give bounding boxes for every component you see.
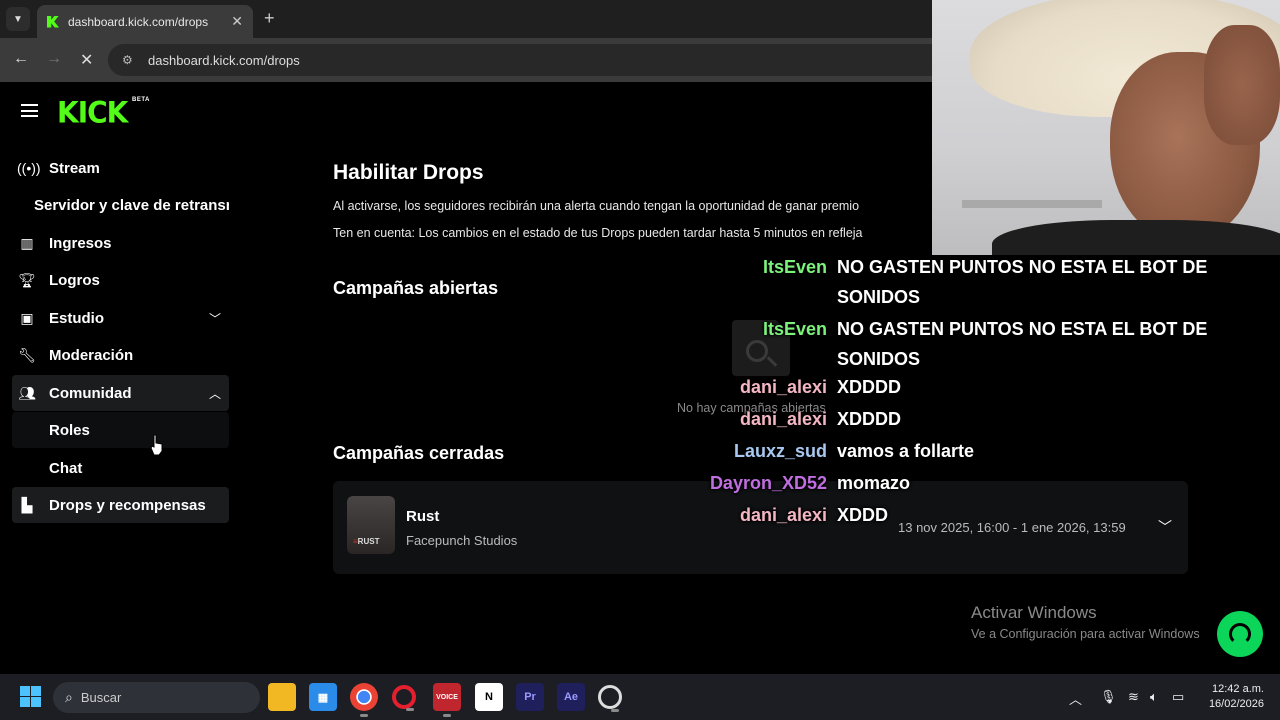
hand-cursor-icon (150, 434, 163, 456)
address-bar[interactable]: ⚙ dashboard.kick.com/drops (108, 44, 948, 76)
chat-text: NO GASTEN PUNTOS NO ESTA EL BOT DE SONID… (837, 319, 1208, 369)
sidebar-item-drops[interactable]: ▙ Drops y recompensas (12, 487, 229, 523)
opera-icon[interactable] (392, 685, 416, 711)
sidebar-item-community[interactable]: 👥︎ Comunidad ︿ (12, 375, 229, 411)
url-text: dashboard.kick.com/drops (148, 52, 300, 68)
chat-message: dani_alexi XDDDD (600, 404, 1227, 434)
chrome-icon[interactable] (350, 683, 378, 717)
sidebar-item-roles[interactable]: Roles (12, 412, 229, 448)
chat-text: XDDDD (837, 409, 902, 429)
voicemeeter-icon[interactable]: VOICE (433, 683, 461, 717)
chat-username: dani_alexi (739, 409, 827, 429)
taskbar-search[interactable]: ⌕ Buscar (53, 682, 260, 713)
chat-text: XDDDD (837, 377, 902, 397)
chevron-up-icon[interactable]: ︿ (1069, 689, 1082, 708)
sidebar-item-stream[interactable]: ((•)) Stream (12, 150, 229, 186)
battery-icon[interactable]: ▭ (1172, 689, 1184, 705)
new-tab-button[interactable]: + (264, 8, 275, 29)
wifi-icon[interactable]: ≋ (1128, 689, 1139, 705)
chat-username: dani_alexi (739, 505, 827, 525)
premiere-pro-icon[interactable]: Pr (516, 683, 544, 711)
chat-username: Dayron_XD52 (709, 473, 827, 493)
search-icon: ⌕ (65, 689, 73, 705)
page-title: Habilitar Drops (333, 161, 484, 184)
open-campaigns-title: Campañas abiertas (333, 278, 499, 298)
drops-note: Ten en cuenta: Los cambios en el estado … (333, 226, 863, 240)
chat-text: momazo (837, 473, 911, 493)
sidebar-item-chat[interactable]: Chat (12, 450, 229, 486)
trophy-icon: 🏆︎ (18, 271, 36, 288)
beta-badge: BETA (132, 97, 150, 103)
game-name: Rust (406, 508, 440, 525)
users-icon: 👥︎ (18, 384, 36, 401)
back-icon[interactable]: ← (13, 50, 29, 68)
windows-activation-watermark: Activar Windows Ve a Configuración para … (971, 603, 1200, 641)
notion-icon[interactable]: N (475, 683, 503, 711)
chat-message: Lauxz_sud vamos a follarte (600, 436, 1227, 466)
kick-logo[interactable]: KICK (57, 95, 128, 130)
volume-icon[interactable]: 🔈︎ (1150, 689, 1158, 705)
webcam-overlay (932, 0, 1280, 255)
sidebar: KICK BETA ((•)) Stream Servidor y clave … (0, 82, 240, 674)
chevron-up-icon: ︿ (208, 386, 221, 401)
menu-icon[interactable] (21, 104, 38, 117)
chat-username: ItsEven (762, 257, 827, 277)
chat-message: dani_alexi XDDD (600, 500, 1227, 530)
film-icon: ▣ (20, 309, 34, 326)
wrench-icon: 🔧︎ (18, 346, 36, 363)
chat-message: ItsEven NO GASTEN PUNTOS NO ESTA EL BOT … (600, 252, 1227, 312)
obs-icon[interactable] (598, 685, 622, 712)
system-clock[interactable]: 12:42 a.m. 16/02/2026 (1198, 682, 1264, 712)
tab-close-button[interactable]: ✕ (231, 13, 243, 30)
stop-loading-icon[interactable]: ✕ (80, 50, 93, 70)
chevron-down-icon: ﹀ (208, 311, 221, 326)
chat-message: ItsEven NO GASTEN PUNTOS NO ESTA EL BOT … (600, 314, 1227, 374)
chat-username: Lauxz_sud (733, 441, 827, 461)
game-developer: Facepunch Studios (406, 533, 518, 548)
chat-username: dani_alexi (739, 377, 827, 397)
tab-search-button[interactable]: ▼ (6, 7, 30, 31)
chat-text: vamos a follarte (837, 441, 975, 461)
drops-icon: ▙ (21, 496, 33, 513)
bar-chart-icon: ▥ (20, 234, 34, 251)
closed-campaigns-title: Campañas cerradas (333, 443, 505, 463)
chat-text: NO GASTEN PUNTOS NO ESTA EL BOT DE SONID… (837, 257, 1208, 307)
microsoft-store-icon[interactable]: ▦ (309, 683, 337, 711)
windows-taskbar: ⌕ Buscar ▦ VOICE N Pr Ae ︿ 🎙︎ ≋ 🔈︎ ▭ 12:… (0, 674, 1280, 720)
windows-start-icon[interactable] (20, 686, 41, 707)
chat-username: ItsEven (762, 319, 827, 339)
sidebar-item-achievements[interactable]: 🏆︎ Logros (12, 262, 229, 298)
forward-icon[interactable]: → (46, 50, 62, 68)
chat-message: Dayron_XD52 momazo (600, 468, 1227, 498)
broadcast-icon: ((•)) (17, 160, 41, 176)
site-settings-icon[interactable]: ⚙ (122, 53, 136, 67)
kick-favicon-icon (47, 15, 59, 28)
browser-tab[interactable]: dashboard.kick.com/drops ✕ (37, 5, 253, 38)
after-effects-icon[interactable]: Ae (557, 683, 585, 711)
sidebar-item-studio[interactable]: ▣ Estudio ﹀ (12, 300, 229, 336)
sidebar-item-moderation[interactable]: 🔧︎ Moderación (12, 337, 229, 373)
microphone-icon[interactable]: 🎙︎ (1100, 689, 1117, 705)
chat-message: dani_alexi XDDDD (600, 372, 1227, 402)
drops-description: Al activarse, los seguidores recibirán u… (333, 199, 860, 213)
sidebar-item-server-key[interactable]: Servidor y clave de retransm (12, 187, 229, 223)
file-explorer-icon[interactable] (268, 683, 296, 711)
sidebar-item-revenue[interactable]: ▥ Ingresos (12, 225, 229, 261)
game-thumbnail: ≡RUST (347, 496, 395, 554)
tab-title: dashboard.kick.com/drops (68, 14, 209, 29)
support-chat-button[interactable] (1217, 611, 1263, 657)
headset-icon (1229, 623, 1251, 645)
chat-text: XDDD (837, 505, 889, 525)
